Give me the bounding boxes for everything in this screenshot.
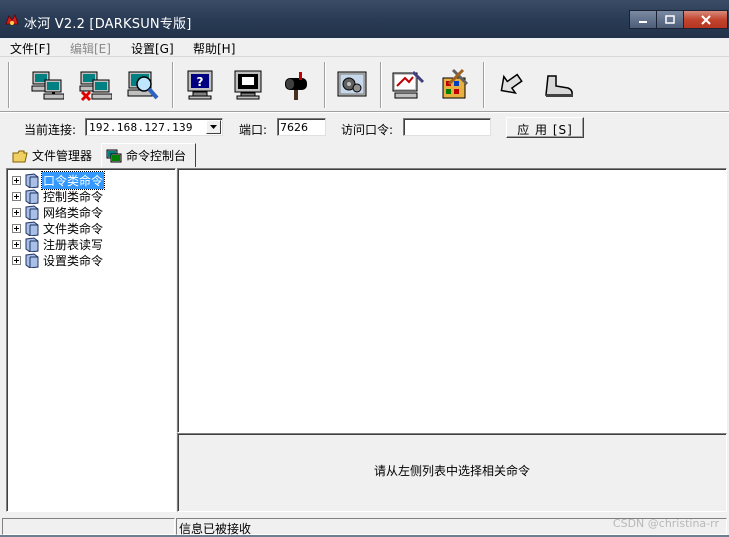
expand-icon[interactable] (12, 207, 21, 217)
menu-edit[interactable]: 编辑[E] (70, 40, 111, 57)
folder-icon (12, 150, 28, 162)
back-arrow-icon[interactable] (494, 68, 528, 102)
maximize-icon (665, 15, 675, 24)
menu-settings[interactable]: 设置[G] (131, 40, 174, 57)
maximize-button[interactable] (656, 10, 683, 29)
minimize-button[interactable] (629, 10, 656, 29)
tree-item-label: 注册表读写 (43, 237, 104, 252)
tab-command-console[interactable]: 命令控制台 (101, 143, 196, 167)
tree-item-label: 网络类命令 (43, 205, 104, 220)
apply-button[interactable]: 应 用 [S] (506, 117, 584, 138)
tree-item-password-commands[interactable]: 口令类命令 (12, 170, 106, 190)
hint-text: 请从左侧列表中选择相关命令 (373, 464, 530, 478)
toolbar-separator (380, 62, 382, 108)
book-icon (25, 236, 39, 252)
title-bar[interactable]: 冰河 V2.2 [DARKSUN专版] (0, 0, 729, 38)
settings-gear-icon[interactable] (335, 68, 369, 102)
port-input[interactable]: 7626 (277, 118, 326, 136)
close-icon (700, 14, 711, 25)
status-cell-1 (2, 518, 175, 535)
expand-icon[interactable] (12, 239, 21, 249)
tab-label: 文件管理器 (32, 149, 93, 163)
command-tree: 口令类命令 控制类命令 网络类命令 文件类命令 注册表读写 设置类命令 (6, 168, 176, 512)
tree-item-control-commands[interactable]: 控制类命令 (12, 188, 104, 204)
window-title: 冰河 V2.2 [DARKSUN专版] (24, 17, 192, 32)
mailbox-icon[interactable] (279, 68, 313, 102)
exit-boot-icon[interactable] (542, 68, 576, 102)
app-window: 冰河 V2.2 [DARKSUN专版] 文件[F] 编辑[E] 设置[G] 帮助… (0, 0, 729, 536)
menu-file[interactable]: 文件[F] (10, 40, 50, 57)
expand-icon[interactable] (12, 175, 21, 185)
add-host-icon[interactable] (30, 68, 64, 102)
tree-item-label: 口令类命令 (40, 170, 106, 190)
tools-icon[interactable] (437, 68, 471, 102)
book-icon (25, 252, 39, 268)
dropdown-arrow-button[interactable] (206, 120, 221, 134)
expand-icon[interactable] (12, 255, 21, 265)
screen-capture-icon[interactable] (231, 68, 265, 102)
toolbar-separator (324, 62, 326, 108)
menu-bar: 文件[F] 编辑[E] 设置[G] 帮助[H] (0, 38, 729, 57)
tree-item-file-commands[interactable]: 文件类命令 (12, 220, 104, 236)
tree-item-settings-commands[interactable]: 设置类命令 (12, 252, 104, 268)
current-connection-label: 当前连接: (24, 123, 77, 137)
tree-item-label: 控制类命令 (43, 189, 104, 204)
password-input[interactable] (403, 118, 491, 136)
toolbar-separator (483, 62, 485, 108)
toolbar-separator (172, 62, 174, 108)
remote-control-icon[interactable] (391, 68, 425, 102)
app-logo-icon (5, 14, 19, 25)
tree-item-network-commands[interactable]: 网络类命令 (12, 204, 104, 220)
current-connection-value: 192.168.127.139 (89, 121, 193, 134)
tab-file-manager[interactable]: 文件管理器 (2, 145, 92, 166)
port-label: 端口: (239, 123, 268, 137)
tree-item-registry[interactable]: 注册表读写 (12, 236, 104, 252)
toolbar-separator (8, 62, 10, 108)
book-icon (25, 172, 39, 188)
help-monitor-icon[interactable]: ? (183, 68, 217, 102)
connection-bar: 当前连接: 192.168.127.139 端口: 7626 访问口令: 应 用… (0, 112, 729, 142)
command-hint-area: 请从左侧列表中选择相关命令 (177, 433, 727, 512)
book-icon (25, 220, 39, 236)
minimize-icon (639, 20, 647, 23)
expand-icon[interactable] (12, 191, 21, 201)
current-connection-select[interactable]: 192.168.127.139 (85, 118, 223, 136)
book-icon (25, 204, 39, 220)
expand-icon[interactable] (12, 223, 21, 233)
chevron-down-icon (210, 125, 217, 129)
close-button[interactable] (683, 10, 728, 29)
toolbar: ? (0, 58, 729, 112)
svg-text:?: ? (197, 75, 204, 89)
watermark: CSDN @christina-rr (612, 517, 719, 530)
command-output-area[interactable] (177, 168, 727, 433)
console-icon (106, 149, 122, 162)
tree-item-label: 设置类命令 (43, 253, 104, 268)
remove-host-icon[interactable] (78, 68, 112, 102)
tab-label: 命令控制台 (126, 149, 187, 163)
tree-item-label: 文件类命令 (43, 221, 104, 236)
book-icon (25, 188, 39, 204)
password-label: 访问口令: (341, 123, 394, 137)
status-bar: 信息已被接收 CSDN @christina-rr (0, 517, 729, 536)
tab-strip: 文件管理器 命令控制台 (0, 143, 729, 167)
search-host-icon[interactable] (126, 68, 160, 102)
menu-help[interactable]: 帮助[H] (193, 40, 235, 57)
